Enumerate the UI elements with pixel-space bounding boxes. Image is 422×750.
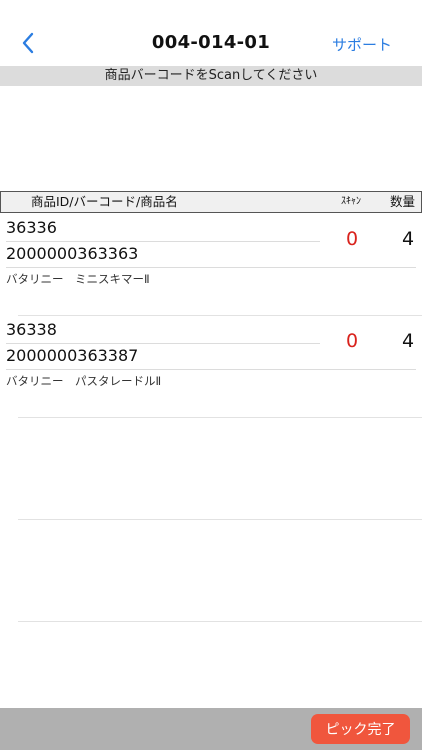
scan-count: 0 bbox=[346, 330, 359, 352]
navigation-bar: 004-014-01 サポート bbox=[0, 0, 422, 66]
item-name: バタリニー ミニスキマーⅡ bbox=[6, 272, 150, 286]
row-separator bbox=[18, 621, 422, 622]
column-header-name: 商品ID/バーコード/商品名 bbox=[31, 194, 178, 209]
list-item[interactable]: 36338 2000000363387 バタリニー パスタレードルⅡ 0 4 bbox=[0, 316, 422, 418]
pick-complete-button[interactable]: ピック完了 bbox=[311, 714, 410, 744]
row-separator bbox=[18, 519, 422, 520]
column-header-quantity: 数量 bbox=[390, 194, 416, 209]
column-header-scan: ｽｷｬﾝ bbox=[341, 196, 361, 207]
scan-instruction: 商品バーコードをScanしてください bbox=[0, 66, 422, 86]
list-item[interactable]: 36336 2000000363363 バタリニー ミニスキマーⅡ 0 4 bbox=[0, 214, 422, 316]
item-id: 36338 bbox=[6, 320, 57, 339]
item-id: 36336 bbox=[6, 218, 57, 237]
footer-toolbar: ピック完了 bbox=[0, 708, 422, 750]
item-name: バタリニー パスタレードルⅡ bbox=[6, 374, 162, 388]
row-separator bbox=[18, 417, 422, 418]
divider bbox=[6, 267, 416, 268]
support-link[interactable]: サポート bbox=[332, 34, 392, 55]
item-quantity: 4 bbox=[402, 228, 415, 250]
divider bbox=[6, 369, 416, 370]
divider bbox=[6, 343, 320, 344]
divider bbox=[6, 241, 320, 242]
table-header: 商品ID/バーコード/商品名 ｽｷｬﾝ 数量 bbox=[0, 191, 422, 213]
item-barcode: 2000000363387 bbox=[6, 346, 139, 365]
item-barcode: 2000000363363 bbox=[6, 244, 139, 263]
scan-count: 0 bbox=[346, 228, 359, 250]
item-quantity: 4 bbox=[402, 330, 415, 352]
